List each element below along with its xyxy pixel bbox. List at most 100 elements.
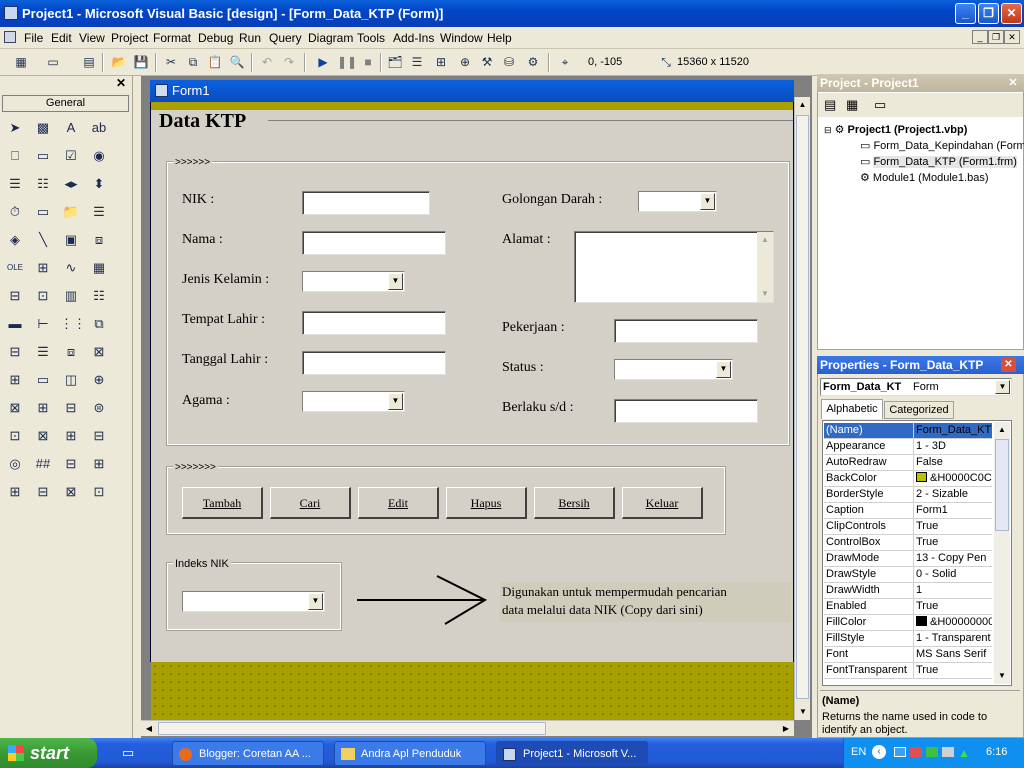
property-row[interactable]: AutoRedraw False (824, 455, 992, 471)
inet-icon[interactable]: ⊕ (88, 369, 110, 391)
menu-project[interactable]: Project (111, 30, 148, 46)
cari-button[interactable]: Cari (270, 487, 351, 519)
property-value[interactable]: True (913, 535, 992, 550)
property-value[interactable]: 2 - Sizable (913, 487, 992, 502)
sysinfo-icon[interactable]: ⊟ (60, 453, 82, 475)
status-combo[interactable]: ▼ (614, 359, 733, 380)
dtpicker-icon[interactable]: ▥ (60, 285, 82, 307)
property-row[interactable]: BackColor &H0000C0C0 (824, 471, 992, 487)
property-row[interactable]: ControlBox True (824, 535, 992, 551)
mapi-icon[interactable]: ⊠ (60, 481, 82, 503)
form-layout-icon[interactable]: ⊞ (432, 53, 450, 71)
end-icon[interactable]: ■ (359, 53, 377, 71)
mschart-icon[interactable]: ⊟ (60, 397, 82, 419)
datagrid-icon[interactable]: ⊟ (4, 285, 26, 307)
properties-window-icon[interactable]: ☰ (408, 53, 426, 71)
monthview-icon[interactable]: ⧉ (88, 313, 110, 335)
agama-combo[interactable]: ▼ (302, 391, 405, 412)
language-indicator[interactable]: EN (851, 746, 866, 758)
break-icon[interactable]: ❚❚ (337, 53, 357, 71)
property-row[interactable]: DrawMode 13 - Copy Pen (824, 551, 992, 567)
textbox-icon[interactable]: ab (88, 117, 110, 139)
listview-icon[interactable]: ⋮⋮ (60, 313, 86, 335)
volume-icon[interactable] (942, 747, 954, 757)
property-row[interactable]: Font MS Sans Serif (824, 647, 992, 663)
start-icon[interactable]: ▶ (314, 53, 332, 71)
add-project-icon[interactable]: ▦ (12, 53, 30, 71)
tab-categorized[interactable]: Categorized (884, 401, 954, 419)
edit-button[interactable]: Edit (358, 487, 439, 519)
data-view-icon[interactable]: ⛁ (500, 53, 518, 71)
tabdlg-icon[interactable]: ⊞ (88, 453, 110, 475)
property-value[interactable]: &H0000C0C0 (913, 471, 992, 486)
chevron-down-icon[interactable]: ▼ (716, 361, 731, 378)
statusbar-icon[interactable]: ⊠ (88, 341, 110, 363)
flexgrid-icon[interactable]: ☷ (88, 285, 110, 307)
shape-icon[interactable]: ◈ (4, 229, 26, 251)
task-andra[interactable]: Andra Apl Penduduk (334, 741, 486, 766)
imagelist-icon[interactable]: ⊢ (32, 313, 54, 335)
property-value[interactable]: Form_Data_KTP (913, 423, 992, 438)
property-value[interactable]: 1 - 3D (913, 439, 992, 454)
property-row[interactable]: Appearance 1 - 3D (824, 439, 992, 455)
collapse-icon[interactable]: ⊟ (824, 125, 832, 135)
designer-vertical-scrollbar[interactable]: ▲ ▼ (794, 97, 810, 720)
toolbox-close-button[interactable]: ✕ (114, 76, 128, 90)
task-blogger[interactable]: Blogger: Coretan AA ... (172, 741, 324, 766)
menu-run[interactable]: Run (239, 30, 261, 46)
vscrollbar-icon[interactable]: ⬍ (88, 173, 110, 195)
property-row[interactable]: BorderStyle 2 - Sizable (824, 487, 992, 503)
filelistbox-icon[interactable]: ☰ (88, 201, 110, 223)
restore-button[interactable]: ❐ (978, 3, 999, 24)
datacombo-icon[interactable]: ▦ (88, 257, 110, 279)
toggle-folders-icon[interactable]: ▭ (874, 97, 886, 113)
masked-edit-icon[interactable]: ## (32, 453, 54, 475)
copy-icon[interactable]: ⧉ (184, 53, 202, 71)
ole-icon[interactable]: OLE (4, 257, 26, 279)
menu-file[interactable]: File (24, 30, 43, 46)
add-form-icon[interactable]: ▭ (44, 53, 62, 71)
property-value[interactable]: 0 - Solid (913, 567, 992, 582)
property-row[interactable]: FontTransparent True (824, 663, 992, 679)
berlaku-input[interactable] (614, 399, 758, 423)
tab-alphabetic[interactable]: Alphabetic (821, 399, 883, 419)
indeks-nik-combo[interactable]: ▼ (182, 591, 325, 612)
listbox-icon[interactable]: ☷ (32, 173, 54, 195)
chevron-down-icon[interactable]: ▼ (700, 193, 715, 210)
mdi-close-button[interactable]: ✕ (1004, 30, 1020, 44)
toolbox-icon[interactable]: ⚒ (478, 53, 496, 71)
mdi-minimize-button[interactable]: _ (972, 30, 988, 44)
property-value[interactable]: 13 - Copy Pen (913, 551, 992, 566)
data-icon[interactable]: ⧈ (88, 229, 110, 251)
commandbutton-icon[interactable]: ▭ (32, 145, 54, 167)
property-row[interactable]: (Name) Form_Data_KTP (824, 423, 992, 439)
tray-icon-5[interactable]: ▲ (958, 746, 970, 760)
undo-icon[interactable]: ↶ (258, 53, 276, 71)
properties-scrollbar[interactable]: ▲ ▼ (994, 422, 1010, 684)
tree-item-form-ktp[interactable]: ▭ Form_Data_KTP (Form1.frm) (860, 154, 1024, 170)
tray-expand-icon[interactable]: ‹ (872, 745, 886, 759)
pekerjaan-input[interactable] (614, 319, 758, 343)
property-row[interactable]: FillColor &H00000000 (824, 615, 992, 631)
frame-icon[interactable]: ⎕ (4, 145, 26, 167)
comm-icon[interactable]: ⊟ (32, 481, 54, 503)
menu-add-ins[interactable]: Add-Ins (393, 30, 434, 46)
winsock-icon[interactable]: ⊞ (4, 481, 26, 503)
updown-icon[interactable]: ⊞ (32, 397, 54, 419)
chevron-down-icon[interactable]: ▼ (995, 380, 1010, 394)
golongan-darah-combo[interactable]: ▼ (638, 191, 717, 212)
image-icon[interactable]: ▣ (60, 229, 82, 251)
view-object-icon[interactable]: ▦ (846, 97, 858, 113)
menu-format[interactable]: Format (153, 30, 191, 46)
tempat-lahir-input[interactable] (302, 311, 446, 335)
vb-app-icon[interactable] (4, 6, 18, 20)
datarepeater-icon[interactable]: ⊠ (32, 425, 54, 447)
toolbox-general-tab[interactable]: General (2, 95, 129, 112)
task-vb[interactable]: Project1 - Microsoft V... (496, 741, 648, 766)
tray-icon-3[interactable] (926, 747, 938, 757)
property-value[interactable]: MS Sans Serif (913, 647, 992, 662)
property-row[interactable]: ClipControls True (824, 519, 992, 535)
open-project-icon[interactable]: 📂 (110, 53, 128, 71)
menu-window[interactable]: Window (440, 30, 483, 46)
property-row[interactable]: Enabled True (824, 599, 992, 615)
